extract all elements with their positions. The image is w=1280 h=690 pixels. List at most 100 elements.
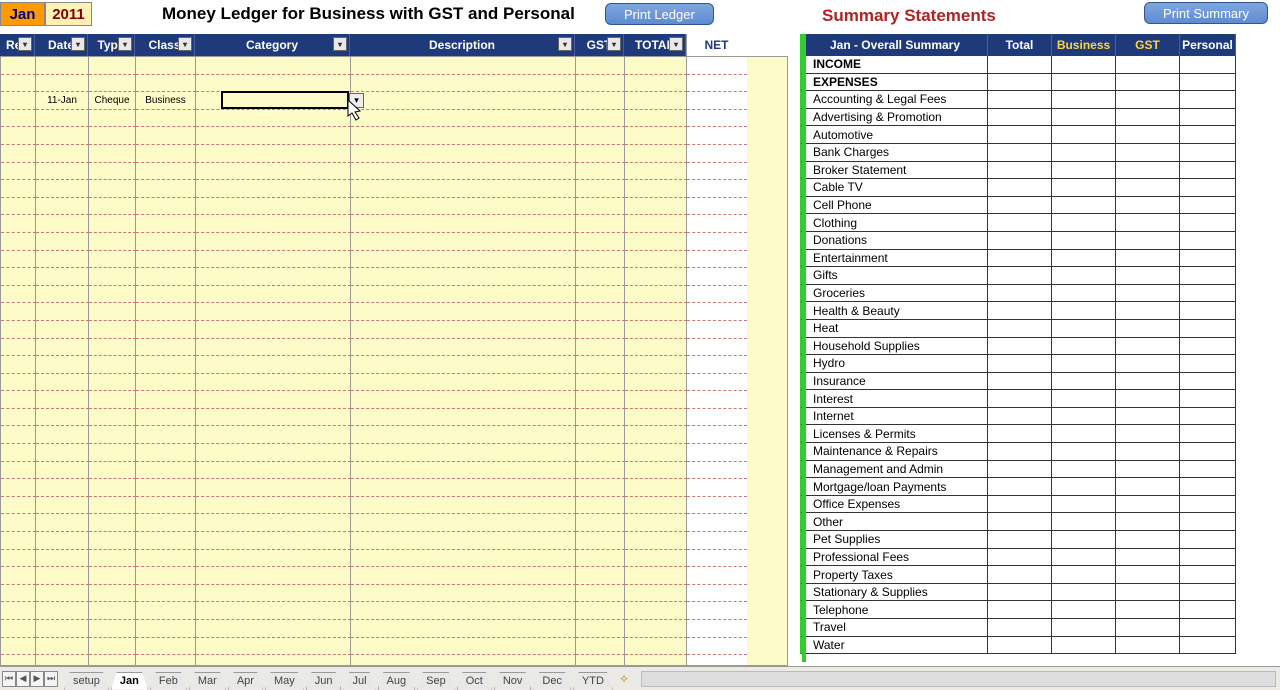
ledger-cell[interactable] — [196, 233, 351, 251]
ledger-cell[interactable] — [136, 268, 196, 286]
summary-cell[interactable] — [988, 91, 1052, 109]
ledger-cell[interactable] — [36, 426, 89, 444]
ledger-cell[interactable] — [576, 550, 625, 568]
summary-cell[interactable] — [1116, 91, 1180, 109]
ledger-cell[interactable] — [351, 391, 576, 409]
ledger-cell[interactable] — [136, 409, 196, 427]
summary-cell[interactable] — [988, 478, 1052, 496]
sheet-tab-mar[interactable]: Mar — [189, 672, 226, 690]
ledger-cell[interactable] — [136, 233, 196, 251]
ledger-cell[interactable] — [687, 145, 747, 163]
ledger-cell[interactable] — [89, 163, 136, 181]
ledger-cell[interactable] — [1, 75, 36, 93]
ledger-cell[interactable] — [36, 620, 89, 638]
ledger-cell[interactable] — [687, 497, 747, 515]
summary-cell[interactable] — [1116, 267, 1180, 285]
ledger-cell[interactable] — [576, 497, 625, 515]
ledger-cell[interactable] — [576, 567, 625, 585]
ledger-cell[interactable] — [1, 356, 36, 374]
print-ledger-button[interactable]: Print Ledger — [605, 3, 714, 25]
ledger-cell[interactable] — [687, 602, 747, 620]
ledger-row[interactable] — [1, 374, 787, 392]
ledger-cell[interactable] — [136, 374, 196, 392]
ledger-cell[interactable] — [576, 145, 625, 163]
ledger-cell[interactable] — [196, 57, 351, 75]
summary-cell[interactable] — [1116, 531, 1180, 549]
ledger-cell[interactable] — [89, 514, 136, 532]
ledger-cell[interactable] — [136, 198, 196, 216]
ledger-cell[interactable] — [196, 638, 351, 656]
ledger-cell[interactable] — [1, 620, 36, 638]
ledger-row[interactable] — [1, 638, 787, 656]
summary-cell[interactable] — [1116, 390, 1180, 408]
summary-cell[interactable] — [988, 566, 1052, 584]
ledger-cell[interactable] — [36, 286, 89, 304]
ledger-cell[interactable] — [89, 215, 136, 233]
col-date[interactable]: Date▾ — [35, 34, 88, 56]
summary-cell[interactable] — [988, 408, 1052, 426]
summary-cell[interactable] — [988, 74, 1052, 92]
summary-cell[interactable] — [1052, 162, 1116, 180]
ledger-cell[interactable] — [36, 585, 89, 603]
ledger-cell[interactable] — [196, 374, 351, 392]
ledger-row[interactable] — [1, 462, 787, 480]
ledger-cell[interactable] — [196, 215, 351, 233]
summary-cell[interactable] — [1052, 91, 1116, 109]
ledger-cell[interactable] — [136, 426, 196, 444]
summary-cell[interactable] — [1180, 91, 1236, 109]
summary-cell[interactable] — [1180, 232, 1236, 250]
summary-cell[interactable] — [1116, 214, 1180, 232]
ledger-cell[interactable] — [625, 426, 687, 444]
ledger-cell[interactable] — [576, 638, 625, 656]
summary-cell[interactable] — [988, 250, 1052, 268]
ledger-row[interactable] — [1, 233, 787, 251]
ledger-cell[interactable] — [36, 145, 89, 163]
ledger-cell[interactable] — [136, 339, 196, 357]
ledger-cell[interactable] — [351, 374, 576, 392]
ledger-cell[interactable] — [576, 303, 625, 321]
ledger-row[interactable] — [1, 57, 787, 75]
summary-cell[interactable] — [1116, 302, 1180, 320]
ledger-cell[interactable] — [687, 339, 747, 357]
summary-cell[interactable] — [1180, 320, 1236, 338]
ledger-cell[interactable] — [1, 391, 36, 409]
ledger-cell[interactable] — [351, 655, 576, 666]
ledger-cell[interactable] — [89, 655, 136, 666]
ledger-cell[interactable] — [1, 180, 36, 198]
ledger-cell[interactable] — [136, 75, 196, 93]
ledger-cell[interactable] — [36, 462, 89, 480]
summary-cell[interactable] — [1052, 338, 1116, 356]
ledger-cell[interactable] — [196, 602, 351, 620]
summary-cell[interactable] — [1052, 373, 1116, 391]
ledger-cell[interactable] — [136, 479, 196, 497]
ledger-cell[interactable] — [576, 585, 625, 603]
ledger-cell[interactable] — [136, 303, 196, 321]
summary-cell[interactable] — [1116, 408, 1180, 426]
ledger-cell[interactable] — [1, 127, 36, 145]
ledger-cell[interactable] — [625, 567, 687, 585]
ledger-cell[interactable] — [351, 550, 576, 568]
ledger-cell[interactable] — [136, 514, 196, 532]
ledger-cell[interactable] — [625, 198, 687, 216]
ledger-cell[interactable] — [625, 145, 687, 163]
ledger-cell[interactable] — [36, 339, 89, 357]
summary-cell[interactable] — [1052, 355, 1116, 373]
summary-cell[interactable] — [1116, 320, 1180, 338]
summary-cell[interactable] — [988, 179, 1052, 197]
ledger-cell[interactable] — [576, 479, 625, 497]
ledger-cell[interactable] — [36, 268, 89, 286]
ledger-cell[interactable] — [1, 198, 36, 216]
ledger-cell[interactable] — [136, 638, 196, 656]
summary-cell[interactable] — [1052, 144, 1116, 162]
summary-cell[interactable] — [1180, 109, 1236, 127]
filter-arrow-icon[interactable]: ▾ — [118, 37, 132, 51]
ledger-cell[interactable] — [89, 550, 136, 568]
ledger-cell[interactable] — [1, 462, 36, 480]
ledger-cell[interactable] — [36, 180, 89, 198]
summary-cell[interactable] — [1052, 179, 1116, 197]
summary-cell[interactable] — [1116, 619, 1180, 637]
ledger-row[interactable] — [1, 215, 787, 233]
ledger-row[interactable] — [1, 532, 787, 550]
ledger-cell[interactable] — [196, 444, 351, 462]
ledger-cell[interactable] — [89, 374, 136, 392]
